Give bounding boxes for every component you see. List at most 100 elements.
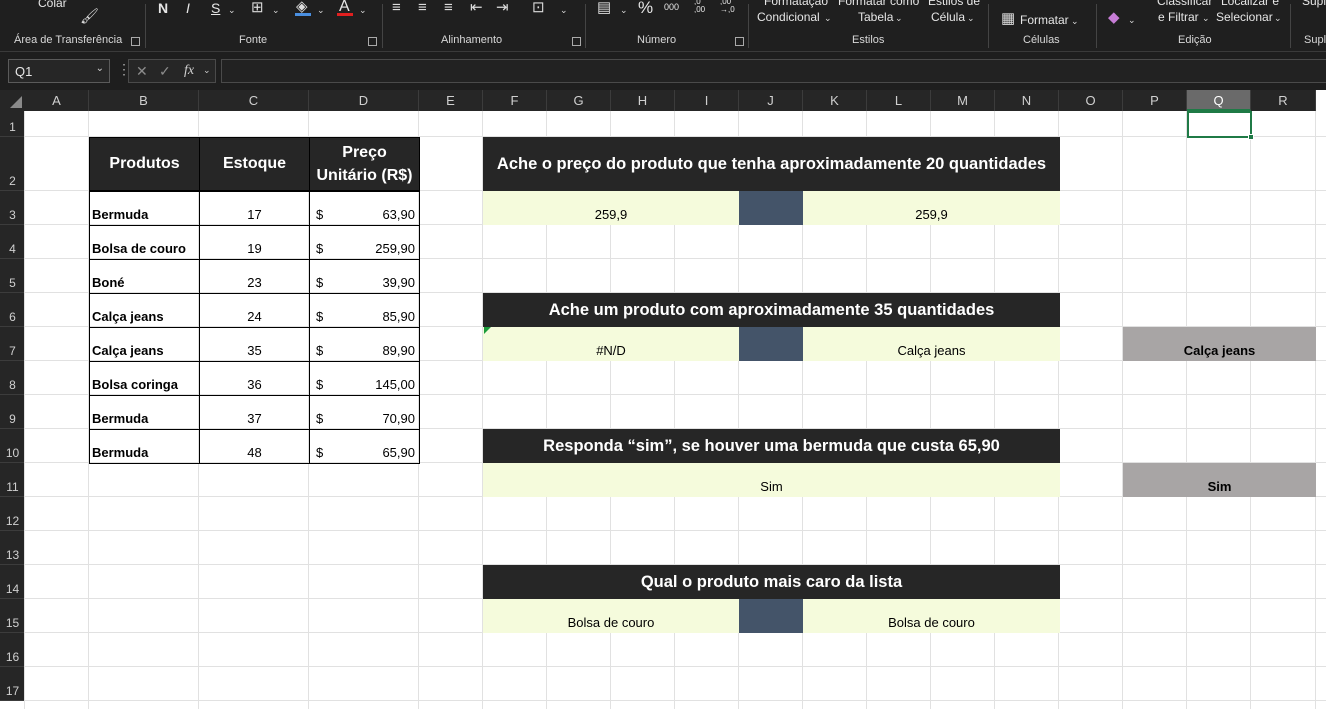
active-cell-selection[interactable] — [1187, 111, 1252, 138]
column-header-j[interactable]: J — [739, 90, 803, 111]
question-4-answer-left[interactable]: Bolsa de couro — [483, 599, 739, 633]
select-all-button[interactable] — [0, 90, 25, 111]
column-header-c[interactable]: C — [199, 90, 309, 111]
question-1-banner[interactable]: Ache o preço do produto que tenha aproxi… — [483, 137, 1060, 191]
chevron-down-icon[interactable]: ⌄ — [1128, 12, 1136, 28]
table-cell-estoque[interactable]: 36 — [199, 361, 310, 396]
accounting-format-icon[interactable]: ▤ — [597, 0, 611, 16]
merge-center-icon[interactable]: ⊡ — [532, 0, 545, 16]
question-4-banner[interactable]: Qual o produto mais caro da lista — [483, 565, 1060, 599]
conditional-format-label1[interactable]: Formatação — [764, 0, 828, 8]
column-header-e[interactable]: E — [419, 90, 483, 111]
header-preco[interactable]: Preço Unitário (R$) — [309, 137, 420, 191]
format-table-button[interactable]: Tabela — [858, 10, 893, 24]
decrease-indent-icon[interactable]: ⇤ — [470, 0, 483, 16]
row-header-17[interactable]: 17 — [0, 667, 25, 701]
font-launcher-icon[interactable] — [368, 37, 377, 46]
enter-icon[interactable]: ✓ — [159, 63, 171, 80]
find-select-button[interactable]: Selecionar — [1216, 10, 1273, 24]
column-header-m[interactable]: M — [931, 90, 995, 111]
format-cells-button[interactable]: Formatar — [1020, 13, 1069, 27]
thousands-button[interactable]: 000 — [664, 2, 679, 12]
row-header-10[interactable]: 10 — [0, 429, 25, 463]
question-3-side-answer[interactable]: Sim — [1123, 463, 1316, 497]
table-cell-preco[interactable]: $70,90 — [309, 395, 420, 430]
table-cell-produto[interactable]: Bolsa coringa — [89, 361, 200, 396]
row-header-16[interactable]: 16 — [0, 633, 25, 667]
fill-handle[interactable] — [1248, 134, 1254, 140]
question-3-answer[interactable]: Sim — [483, 463, 1060, 497]
column-header-k[interactable]: K — [803, 90, 867, 111]
table-cell-produto[interactable]: Calça jeans — [89, 293, 200, 328]
conditional-format-button[interactable]: Condicional — [757, 10, 820, 24]
row-header-15[interactable]: 15 — [0, 599, 25, 633]
question-4-answer-right[interactable]: Bolsa de couro — [803, 599, 1060, 633]
row-header-6[interactable]: 6 — [0, 293, 25, 327]
cell-styles-button[interactable]: Célula — [931, 10, 965, 24]
sort-filter-button[interactable]: e Filtrar — [1158, 10, 1199, 24]
table-cell-preco[interactable]: $63,90 — [309, 191, 420, 226]
format-table-label1[interactable]: Formatar como — [838, 0, 919, 8]
align-right-icon[interactable]: ≡ — [444, 0, 453, 16]
chevron-down-icon[interactable]: ⌄ — [96, 63, 104, 74]
column-header-h[interactable]: H — [611, 90, 675, 111]
clipboard-launcher-icon[interactable] — [131, 37, 140, 46]
increase-indent-icon[interactable]: ⇥ — [496, 0, 509, 16]
chevron-down-icon[interactable]: ⌄ — [1202, 10, 1210, 26]
chevron-down-icon[interactable]: ⌄ — [824, 10, 832, 26]
find-select-label1[interactable]: Localizar e — [1221, 0, 1279, 8]
table-cell-preco[interactable]: $85,90 — [309, 293, 420, 328]
question-3-banner[interactable]: Responda “sim”, se houver uma bermuda qu… — [483, 429, 1060, 463]
column-header-q[interactable]: Q — [1187, 90, 1251, 111]
table-cell-estoque[interactable]: 37 — [199, 395, 310, 430]
question-2-divider[interactable] — [739, 327, 803, 361]
table-cell-produto[interactable]: Boné — [89, 259, 200, 294]
column-header-f[interactable]: F — [483, 90, 547, 111]
row-header-12[interactable]: 12 — [0, 497, 25, 531]
formula-input[interactable] — [221, 59, 1326, 83]
row-header-5[interactable]: 5 — [0, 259, 25, 293]
chevron-down-icon[interactable]: ⌄ — [620, 2, 628, 18]
table-cell-preco[interactable]: $39,90 — [309, 259, 420, 294]
question-1-divider[interactable] — [739, 191, 803, 225]
column-header-g[interactable]: G — [547, 90, 611, 111]
borders-icon[interactable]: ⊞ — [251, 0, 264, 16]
decrease-decimal-button[interactable]: ,00 →,0 — [720, 0, 735, 14]
row-header-11[interactable]: 11 — [0, 463, 25, 497]
number-launcher-icon[interactable] — [735, 37, 744, 46]
table-cell-estoque[interactable]: 48 — [199, 429, 310, 464]
increase-decimal-button[interactable]: ,0 ,00 — [694, 0, 705, 14]
alignment-launcher-icon[interactable] — [572, 37, 581, 46]
percent-button[interactable]: % — [638, 0, 653, 18]
eraser-icon[interactable]: ◆ — [1108, 10, 1120, 26]
question-1-answer-left[interactable]: 259,9 — [483, 191, 739, 225]
header-produtos[interactable]: Produtos — [89, 137, 200, 191]
table-cell-preco[interactable]: $259,90 — [309, 225, 420, 260]
chevron-down-icon[interactable]: ⌄ — [1274, 10, 1282, 26]
row-header-4[interactable]: 4 — [0, 225, 25, 259]
row-header-7[interactable]: 7 — [0, 327, 25, 361]
table-cell-estoque[interactable]: 17 — [199, 191, 310, 226]
addins-button[interactable]: Supl — [1302, 0, 1326, 8]
chevron-down-icon[interactable]: ⌄ — [359, 2, 367, 18]
chevron-down-icon[interactable]: ⌄ — [967, 10, 975, 26]
row-header-8[interactable]: 8 — [0, 361, 25, 395]
format-cells-icon[interactable]: ▦ — [1001, 11, 1015, 27]
table-cell-estoque[interactable]: 35 — [199, 327, 310, 362]
column-header-l[interactable]: L — [867, 90, 931, 111]
worksheet-grid[interactable]: ABCDEFGHIJKLMNOPQR 1 2 3 4 5 6 7 8 9 10 11 12 13 14 15… — [0, 90, 1326, 709]
align-center-icon[interactable]: ≡ — [418, 0, 427, 16]
underline-button[interactable]: S — [211, 0, 220, 16]
header-estoque[interactable]: Estoque — [199, 137, 310, 191]
chevron-down-icon[interactable]: ⌄ — [272, 2, 280, 18]
table-cell-produto[interactable]: Bermuda — [89, 429, 200, 464]
column-header-r[interactable]: R — [1251, 90, 1316, 111]
table-cell-produto[interactable]: Bolsa de couro — [89, 225, 200, 260]
format-painter-icon[interactable]: 🖌 — [80, 9, 99, 25]
table-cell-estoque[interactable]: 19 — [199, 225, 310, 260]
paste-button[interactable]: Colar — [38, 0, 67, 10]
chevron-down-icon[interactable]: ⌄ — [317, 2, 325, 18]
question-2-answer-left[interactable]: #N/D — [483, 327, 739, 361]
column-header-p[interactable]: P — [1123, 90, 1187, 111]
question-2-banner[interactable]: Ache um produto com aproximadamente 35 q… — [483, 293, 1060, 327]
